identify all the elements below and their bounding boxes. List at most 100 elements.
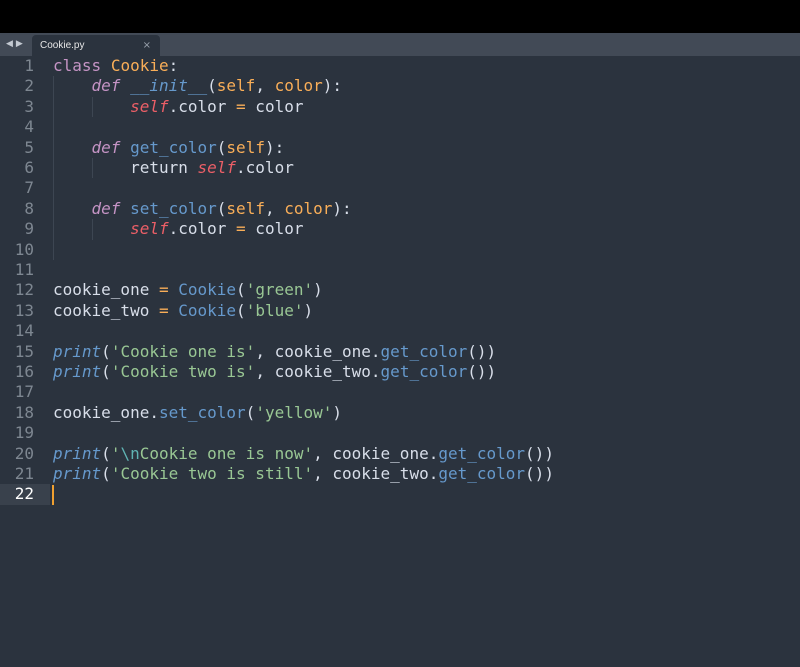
code-line-16: print('Cookie two is', cookie_two.get_co… bbox=[53, 362, 496, 382]
punctuation: ): bbox=[322, 76, 343, 96]
punctuation: ()) bbox=[467, 341, 497, 361]
code-line-21: print('Cookie two is still', cookie_two.… bbox=[53, 464, 554, 484]
code-text: , cookie_one. bbox=[313, 443, 439, 463]
builtin-function: print bbox=[53, 443, 102, 463]
line-number: 16 bbox=[14, 362, 34, 381]
parameter: self bbox=[226, 137, 265, 157]
code-line-9: self.color = color bbox=[53, 219, 303, 239]
tab-title: Cookie.py bbox=[40, 40, 85, 51]
punctuation: ()) bbox=[525, 443, 554, 463]
operator: = bbox=[158, 300, 169, 320]
code-text: , cookie_two. bbox=[313, 464, 439, 483]
punctuation: ) bbox=[303, 300, 314, 320]
code-line-5: def get_color(self): bbox=[53, 137, 285, 158]
variable: cookie_two bbox=[53, 300, 159, 320]
line-number: 12 bbox=[14, 280, 34, 300]
class-call: Cookie bbox=[178, 300, 237, 320]
punctuation: ): bbox=[264, 137, 285, 157]
code-line-18: cookie_one.set_color('yellow') bbox=[53, 403, 342, 423]
code-text: , cookie_one. bbox=[255, 341, 381, 361]
line-number: 1 bbox=[24, 56, 34, 75]
line-number: 6 bbox=[24, 158, 34, 177]
string-literal: 'Cookie two is' bbox=[110, 362, 256, 381]
punctuation: : bbox=[168, 56, 179, 75]
line-number: 18 bbox=[14, 402, 34, 422]
parameter: self bbox=[226, 198, 265, 218]
string-literal: 'yellow' bbox=[255, 402, 333, 422]
builtin-function: print bbox=[53, 341, 102, 361]
code-line-2: def __init__(self, color): bbox=[53, 76, 342, 96]
line-number: 9 bbox=[24, 219, 34, 239]
method-call: get_color bbox=[438, 443, 526, 463]
code-text: .color bbox=[168, 219, 237, 239]
punctuation: ( bbox=[216, 198, 227, 218]
class-call: Cookie bbox=[178, 280, 237, 300]
line-number: 4 bbox=[24, 117, 34, 137]
code-text: , cookie_two. bbox=[255, 362, 381, 381]
self-keyword: self bbox=[130, 219, 169, 239]
line-number: 20 bbox=[14, 443, 34, 463]
self-keyword: self bbox=[197, 158, 237, 177]
line-number: 7 bbox=[24, 178, 34, 198]
line-number: 14 bbox=[14, 321, 34, 341]
operator: = bbox=[158, 280, 169, 300]
punctuation: ( bbox=[101, 464, 111, 483]
keyword: class bbox=[53, 56, 102, 75]
punctuation: ( bbox=[245, 402, 256, 422]
class-name: Cookie bbox=[110, 56, 169, 75]
tab-cookie-py[interactable]: Cookie.py × bbox=[32, 35, 160, 56]
code-line-12: cookie_one = Cookie('green') bbox=[53, 280, 323, 300]
punctuation: ( bbox=[101, 443, 111, 463]
function-name: set_color bbox=[130, 198, 217, 218]
line-number: 17 bbox=[14, 382, 34, 402]
punctuation: ): bbox=[332, 198, 352, 218]
punctuation: ( bbox=[216, 137, 227, 157]
string-literal: Cookie one is now' bbox=[139, 443, 314, 463]
method-call: get_color bbox=[380, 341, 468, 361]
line-number: 11 bbox=[14, 260, 34, 279]
close-icon[interactable]: × bbox=[143, 39, 151, 52]
method-call: get_color bbox=[380, 362, 468, 381]
chevron-right-icon[interactable]: ▶ bbox=[16, 38, 23, 51]
code-text: color bbox=[245, 219, 304, 239]
punctuation: ()) bbox=[525, 464, 554, 483]
code-line-8: def set_color(self, color): bbox=[53, 199, 352, 219]
code-area[interactable]: class Cookie: def __init__(self, color):… bbox=[53, 56, 793, 667]
code-line-3: self.color = color bbox=[53, 97, 303, 117]
line-number: 22 bbox=[14, 484, 34, 504]
function-name: __init__ bbox=[130, 76, 208, 96]
punctuation: , bbox=[264, 198, 285, 218]
tab-navigation: ◀ ▶ bbox=[6, 38, 23, 51]
code-text: .color bbox=[236, 158, 294, 177]
variable: cookie_one bbox=[53, 280, 159, 300]
code-line-13: cookie_two = Cookie('blue') bbox=[53, 301, 313, 321]
line-number: 19 bbox=[14, 423, 34, 443]
builtin-function: print bbox=[53, 464, 102, 483]
code-text: color bbox=[245, 96, 304, 116]
punctuation: ) bbox=[332, 402, 343, 422]
text-cursor bbox=[52, 484, 54, 505]
punctuation: ( bbox=[236, 280, 246, 300]
function-name: get_color bbox=[130, 137, 217, 157]
keyword: def bbox=[91, 76, 121, 96]
line-number: 21 bbox=[14, 464, 34, 483]
punctuation: ()) bbox=[467, 362, 497, 381]
punctuation: , bbox=[255, 76, 275, 96]
method-call: set_color bbox=[158, 402, 246, 422]
keyword: def bbox=[91, 198, 121, 218]
chevron-left-icon[interactable]: ◀ bbox=[6, 38, 13, 51]
line-number: 13 bbox=[14, 300, 34, 320]
line-number: 10 bbox=[14, 239, 34, 259]
punctuation: ( bbox=[101, 341, 111, 361]
parameter: color bbox=[274, 76, 323, 96]
parameter: self bbox=[216, 76, 256, 96]
line-number: 5 bbox=[24, 137, 34, 157]
code-line-20: print('\nCookie one is now', cookie_one.… bbox=[53, 444, 554, 464]
punctuation: ( bbox=[101, 362, 111, 381]
keyword: def bbox=[91, 137, 121, 157]
self-keyword: self bbox=[130, 96, 169, 116]
string-literal: ' bbox=[110, 443, 121, 463]
operator: = bbox=[236, 219, 246, 239]
code-editor[interactable]: 1 2 3 4 5 6 7 8 9 10 11 12 13 14 15 16 17 18 19 20 21 22 clas… bbox=[0, 56, 800, 667]
